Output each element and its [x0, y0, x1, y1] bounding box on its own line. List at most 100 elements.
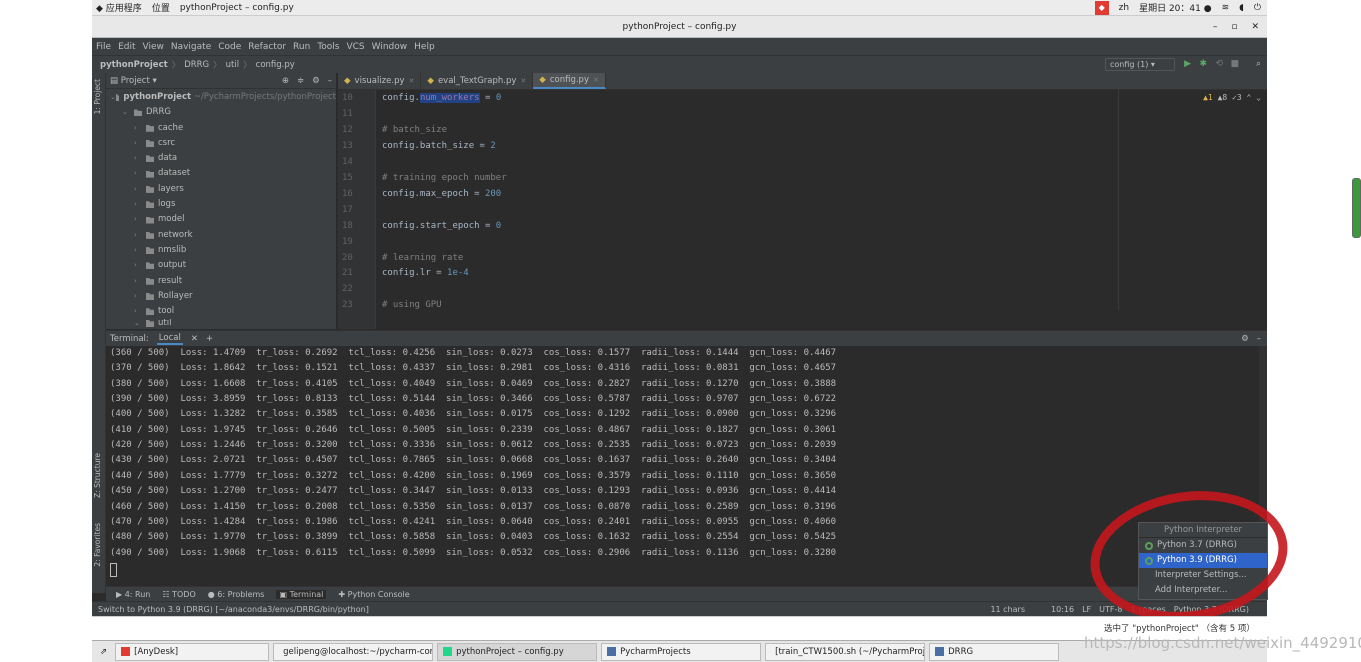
tree-item-roilayer[interactable]: › RoIlayer	[106, 289, 336, 304]
system-top-bar: ◆ 应用程序 位置 pythonProject – config.py ◆ zh…	[92, 0, 1267, 16]
tab-label: config.py	[549, 75, 589, 85]
task-pycharm[interactable]: pythonProject – config.py	[437, 642, 598, 661]
task-anydesk[interactable]: [AnyDesk]	[115, 642, 270, 661]
stop-icon[interactable]: ■	[1230, 59, 1239, 69]
inspection-widget[interactable]: ▲1 ▲8 ✓3 ⌃ ⌄	[1203, 93, 1261, 102]
places-menu[interactable]: 位置	[152, 1, 170, 14]
run-tool-button[interactable]: ▶ 4: Run	[116, 590, 150, 599]
project-tool-button[interactable]: 1: Project	[93, 79, 102, 114]
power-icon[interactable]: ⏻	[1254, 3, 1261, 13]
tree-item-util[interactable]: ⌄ util	[106, 319, 336, 327]
breadcrumb-util[interactable]: util	[226, 60, 239, 70]
collapsed-arrow-icon: ›	[134, 123, 137, 132]
run-icon[interactable]: ▶	[1184, 59, 1191, 69]
favorites-tool-button[interactable]: 2: Favorites	[93, 523, 102, 567]
next-highlight-icon[interactable]: ⌄	[1256, 93, 1261, 102]
close-icon[interactable]: ✕	[1251, 16, 1259, 38]
debug-icon[interactable]: ✱	[1199, 59, 1207, 69]
tree-item-data[interactable]: › data	[106, 151, 336, 166]
menu-view[interactable]: View	[143, 42, 164, 52]
breadcrumb-drrg[interactable]: DRRG	[184, 60, 209, 70]
code-number: 200	[484, 188, 502, 199]
python-console-tool-button[interactable]: ✚ Python Console	[338, 590, 409, 599]
menu-vcs[interactable]: VCS	[346, 42, 364, 52]
close-tab-icon[interactable]: ✕	[409, 77, 415, 85]
tree-item-logs[interactable]: › logs	[106, 197, 336, 212]
tab-eval-textgraph[interactable]: ◆ eval_TextGraph.py ✕	[421, 73, 534, 89]
terminal-tab-close-icon[interactable]: ✕	[191, 334, 198, 344]
breadcrumb-file[interactable]: config.py	[256, 60, 295, 70]
tree-item-nmslib[interactable]: › nmslib	[106, 243, 336, 258]
menu-edit[interactable]: Edit	[118, 42, 135, 52]
close-tab-icon[interactable]: ✕	[520, 77, 526, 85]
terminal-tool-button[interactable]: ▣ Terminal	[276, 589, 327, 599]
run-config-selector[interactable]: config (1) ▾	[1105, 58, 1175, 71]
previous-highlight-icon[interactable]: ⌃	[1247, 93, 1252, 102]
tree-item-root[interactable]: ⌄ pythonProject ~/PycharmProjects/python…	[106, 90, 336, 105]
task-pycharmprojects[interactable]: PycharmProjects	[601, 642, 762, 661]
clock[interactable]: 星期日 20：41 ●	[1139, 1, 1211, 14]
watermark: https://blog.csdn.net/weixin_44929101	[1084, 634, 1361, 652]
folder-icon	[146, 201, 154, 209]
settings-icon[interactable]: ⚙	[312, 76, 320, 86]
terminal-line: (420 / 500) Loss: 1.2446 tr_loss: 0.3200…	[110, 440, 837, 451]
menu-code[interactable]: Code	[218, 42, 241, 52]
tree-item-layers[interactable]: › layers	[106, 182, 336, 197]
menu-file[interactable]: File	[96, 42, 111, 52]
language-indicator[interactable]: zh	[1119, 3, 1129, 13]
status-position[interactable]: 10:16	[1051, 605, 1074, 614]
todo-tool-button[interactable]: ☷ TODO	[162, 590, 195, 599]
wifi-icon[interactable]: ≋	[1222, 3, 1230, 13]
menu-navigate[interactable]: Navigate	[171, 42, 211, 52]
apps-menu[interactable]: ◆ 应用程序	[96, 1, 142, 14]
tab-visualize[interactable]: ◆ visualize.py ✕	[338, 73, 422, 89]
terminal-settings-icon[interactable]: ⚙	[1241, 334, 1249, 344]
code-line: # using GPU	[382, 300, 442, 310]
minimize-icon[interactable]: –	[1213, 16, 1218, 38]
menu-refactor[interactable]: Refactor	[248, 42, 286, 52]
new-terminal-button[interactable]: +	[206, 334, 213, 344]
search-icon[interactable]: ⌕	[1256, 59, 1261, 69]
problems-tool-button[interactable]: ● 6: Problems	[208, 590, 265, 599]
tree-item-network[interactable]: › network	[106, 228, 336, 243]
tree-item-cache[interactable]: › cache	[106, 121, 336, 136]
code-number: 2	[490, 140, 496, 151]
breadcrumb-project[interactable]: pythonProject	[100, 60, 168, 70]
terminal-tab-local[interactable]: Local	[156, 333, 183, 345]
tab-config[interactable]: ◆ config.py ✕	[533, 73, 606, 89]
tree-item-model[interactable]: › model	[106, 212, 336, 227]
hide-icon[interactable]: –	[328, 76, 332, 86]
collapsed-arrow-icon: ›	[134, 307, 137, 316]
menu-help[interactable]: Help	[414, 42, 435, 52]
volume-icon[interactable]: ◖	[1239, 3, 1244, 13]
tree-item-output[interactable]: › output	[106, 258, 336, 273]
terminal-cursor	[110, 563, 117, 577]
menu-tools[interactable]: Tools	[317, 42, 339, 52]
terminal-hide-icon[interactable]: –	[1257, 334, 1267, 344]
tree-item-tool[interactable]: › tool	[106, 304, 336, 319]
tree-item-csrc[interactable]: › csrc	[106, 136, 336, 151]
menu-run[interactable]: Run	[293, 42, 310, 52]
weak-warning-count: ▲8	[1217, 93, 1228, 102]
code-editor[interactable]: 10 11 12 13 14 15 16 17 18 19 20 21 22 23 ▲1 ▲8 ✓3 ⌃ …	[338, 90, 1267, 329]
tree-item-result[interactable]: › result	[106, 274, 336, 289]
coverage-icon[interactable]: ⟲	[1215, 59, 1223, 69]
project-panel-header: ▤ Project ▾ ⊕ ≑ ⚙ –	[106, 73, 336, 89]
tree-item-drrg[interactable]: ⌄ DRRG	[106, 105, 336, 120]
project-view-selector[interactable]: ▤ Project ▾	[110, 76, 157, 86]
task-terminal[interactable]: gelipeng@localhost:~/pycharm-com...	[273, 642, 434, 661]
collapse-icon[interactable]: ≑	[297, 76, 304, 86]
menu-window[interactable]: Window	[372, 42, 408, 52]
line-number: 17	[342, 204, 353, 215]
locate-icon[interactable]: ⊕	[282, 76, 289, 86]
task-drrg[interactable]: DRRG	[929, 642, 1060, 661]
structure-tool-button[interactable]: Z: Structure	[93, 453, 102, 498]
status-line-separator[interactable]: LF	[1082, 605, 1091, 614]
python-console-tool-label: Python Console	[347, 589, 410, 599]
close-tab-icon[interactable]: ✕	[593, 76, 599, 84]
task-train-script[interactable]: [train_CTW1500.sh (~/PycharmProj...	[765, 642, 926, 661]
show-desktop-icon[interactable]: ⇗	[96, 647, 111, 657]
tree-item-dataset[interactable]: › dataset	[106, 166, 336, 181]
anydesk-tray-icon[interactable]: ◆	[1094, 0, 1109, 15]
maximize-icon[interactable]: ▫	[1231, 16, 1237, 38]
